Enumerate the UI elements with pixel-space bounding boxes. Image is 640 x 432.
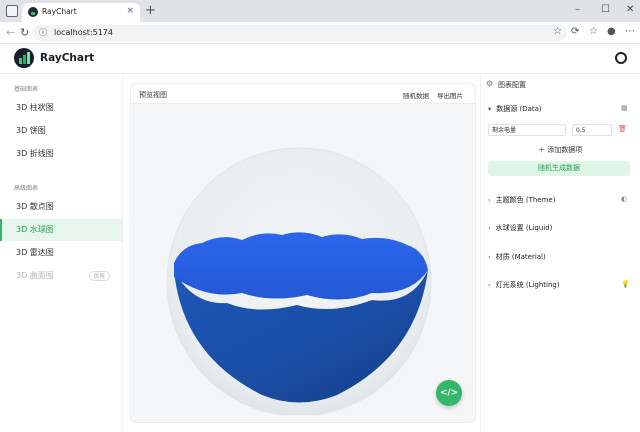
- sidebar-item-surface-3d: 3D 曲面图 即将: [0, 265, 122, 287]
- sidebar-section-advanced: 高级图表: [14, 185, 39, 192]
- section-liquid[interactable]: › 水球设置 (Liquid): [488, 223, 552, 233]
- delete-icon[interactable]: 🗑: [618, 125, 627, 133]
- plus-icon: ＋: [538, 146, 548, 154]
- preview-header: 预览视图 随机数据 导出图片: [131, 84, 475, 104]
- sidebar-item-pie-3d[interactable]: 3D 饼图: [0, 120, 122, 142]
- sidebar-section-basic: 基础图表: [14, 86, 39, 93]
- section-theme[interactable]: › 主题颜色 (Theme): [488, 195, 555, 205]
- favicon-icon: [28, 7, 38, 17]
- star-icon[interactable]: ☆: [553, 26, 562, 37]
- view-code-button[interactable]: </>: [436, 380, 462, 406]
- grid-icon[interactable]: ▦: [621, 104, 628, 112]
- add-data-item-label: 添加数据项: [547, 146, 583, 154]
- section-label: 材质 (Material): [495, 253, 546, 261]
- liquid-surface: [174, 232, 428, 300]
- site-info-icon[interactable]: ⓘ: [39, 27, 47, 38]
- random-generate-button[interactable]: 随机生成数据: [488, 161, 630, 176]
- browser-tab[interactable]: RayChart ×: [22, 3, 140, 22]
- close-window-button[interactable]: ✕: [626, 4, 634, 15]
- profile-icon[interactable]: ●: [607, 26, 616, 37]
- data-item-value-field[interactable]: 0.5: [572, 124, 612, 136]
- liquid-globe-chart[interactable]: [132, 105, 466, 415]
- reload-icon[interactable]: ↻: [20, 26, 29, 39]
- favorites-icon[interactable]: ☆: [589, 26, 598, 37]
- sidebar-item-label: 3D 曲面图: [16, 271, 54, 280]
- app-header: [0, 44, 640, 74]
- chevron-right-icon: ›: [488, 224, 491, 232]
- section-label: 主题颜色 (Theme): [495, 196, 556, 204]
- github-icon[interactable]: [615, 52, 627, 64]
- back-icon[interactable]: ←: [6, 26, 15, 39]
- section-lighting[interactable]: › 灯光系统 (Lighting): [488, 280, 560, 290]
- browser-tab-bar: RayChart × + – ☐ ✕: [0, 0, 640, 22]
- random-data-button[interactable]: 随机数据: [403, 90, 429, 100]
- settings-icon: ⚙: [486, 79, 494, 88]
- sidebar-item-scatter-3d[interactable]: 3D 散点图: [0, 196, 122, 218]
- section-label: 灯光系统 (Lighting): [495, 281, 560, 289]
- url-text: localhost:5174: [54, 28, 113, 37]
- url-field[interactable]: ⓘ localhost:5174: [32, 25, 567, 41]
- export-image-button[interactable]: 导出图片: [437, 90, 463, 100]
- app-title: RayChart: [40, 52, 95, 64]
- extension-icon[interactable]: ⟳: [571, 26, 579, 37]
- tab-title: RayChart: [42, 7, 77, 16]
- new-tab-button[interactable]: +: [145, 3, 156, 18]
- sidebar: 基础图表 3D 柱状图 3D 饼图 3D 折线图 高级图表 3D 散点图 3D …: [0, 74, 123, 432]
- sidebar-item-bar-3d[interactable]: 3D 柱状图: [0, 97, 122, 119]
- more-icon[interactable]: ⋯: [625, 26, 635, 37]
- minimize-button[interactable]: –: [575, 4, 580, 15]
- preview-title: 预览视图: [139, 91, 167, 99]
- coming-soon-badge: 即将: [88, 271, 110, 281]
- section-data-source[interactable]: ▾ 数据源 (Data): [488, 104, 542, 114]
- data-item-name-field[interactable]: 剩余电量: [488, 124, 566, 136]
- chevron-right-icon: ›: [488, 196, 491, 204]
- sidebar-item-line-3d[interactable]: 3D 折线图: [0, 143, 122, 165]
- tab-close-icon[interactable]: ×: [126, 6, 134, 16]
- chevron-right-icon: ›: [488, 253, 491, 261]
- sidebar-item-radar-3d[interactable]: 3D 雷达图: [0, 242, 122, 264]
- section-material[interactable]: › 材质 (Material): [488, 252, 546, 262]
- maximize-button[interactable]: ☐: [601, 4, 610, 15]
- chevron-right-icon: ›: [488, 281, 491, 289]
- add-data-item-button[interactable]: ＋ 添加数据项: [538, 145, 582, 155]
- window-menu-icon[interactable]: [6, 5, 18, 17]
- app-logo-icon: [14, 48, 34, 68]
- palette-icon: ◐: [621, 195, 628, 203]
- chevron-down-icon: ▾: [488, 105, 492, 113]
- section-label: 水球设置 (Liquid): [495, 224, 553, 232]
- sidebar-item-liquid-3d[interactable]: 3D 水球图: [0, 219, 122, 241]
- section-label: 数据源 (Data): [496, 105, 542, 113]
- lightbulb-icon: 💡: [621, 280, 630, 288]
- config-title: 图表配置: [498, 81, 526, 89]
- browser-address-bar: ← ↻ ⓘ localhost:5174 ☆ ⟳ ☆ ● ⋯: [0, 22, 640, 44]
